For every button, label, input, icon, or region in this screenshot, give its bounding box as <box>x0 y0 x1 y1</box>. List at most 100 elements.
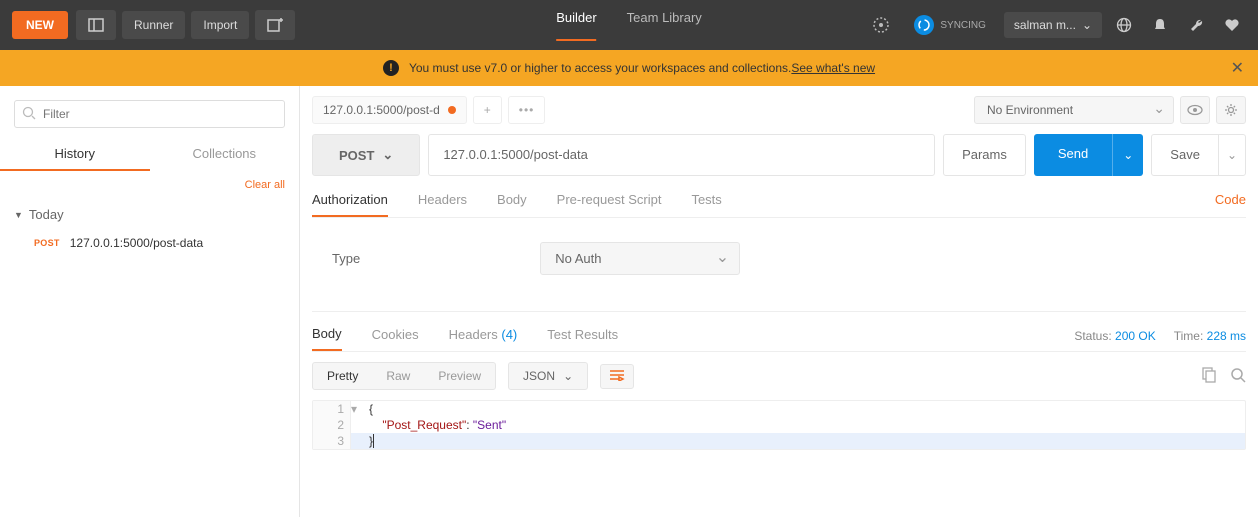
chevron-down-icon: ⌄ <box>1082 18 1092 32</box>
auth-type-select[interactable]: No Auth <box>540 242 740 275</box>
method-label: POST <box>339 148 374 163</box>
environment-select[interactable]: No Environment <box>974 96 1174 124</box>
copy-response-button[interactable] <box>1200 367 1216 386</box>
sidebar: History Collections Clear all ▼ Today PO… <box>0 86 300 517</box>
authorization-tab[interactable]: Authorization <box>312 192 388 217</box>
env-settings-button[interactable] <box>1216 96 1246 124</box>
tests-tab[interactable]: Tests <box>691 192 721 217</box>
settings-button[interactable] <box>1182 11 1210 39</box>
capture-button[interactable] <box>866 10 896 40</box>
new-window-button[interactable] <box>255 10 295 40</box>
headers-tab[interactable]: Headers <box>418 192 467 217</box>
env-preview-button[interactable] <box>1180 96 1210 124</box>
top-bar: NEW Runner Import Builder Team Library S… <box>0 0 1258 50</box>
history-tab[interactable]: History <box>0 138 150 171</box>
history-item[interactable]: POST 127.0.0.1:5000/post-data <box>0 230 299 256</box>
request-tab[interactable]: 127.0.0.1:5000/post-d <box>312 96 467 124</box>
capture-icon <box>872 16 890 34</box>
json-value: "Sent" <box>473 418 506 432</box>
info-icon: ! <box>383 60 399 76</box>
code-text: { <box>365 401 377 417</box>
status-label: Status: <box>1074 329 1111 343</box>
new-window-icon <box>267 17 283 33</box>
line-number: 3 <box>313 433 351 449</box>
send-dropdown-button[interactable]: ⌄ <box>1112 134 1143 176</box>
warning-link[interactable]: See what's new <box>791 61 875 75</box>
response-cookies-tab[interactable]: Cookies <box>372 327 419 350</box>
language-select[interactable]: JSON ⌄ <box>508 362 588 390</box>
search-icon <box>22 106 36 123</box>
response-tests-tab[interactable]: Test Results <box>547 327 618 350</box>
prerequest-tab[interactable]: Pre-request Script <box>557 192 662 217</box>
response-body-tab[interactable]: Body <box>312 326 342 351</box>
raw-mode[interactable]: Raw <box>372 363 424 389</box>
code-link[interactable]: Code <box>1215 192 1246 207</box>
url-input[interactable]: 127.0.0.1:5000/post-data <box>428 134 935 176</box>
save-dropdown-button[interactable]: ⌄ <box>1218 135 1245 175</box>
filter-input[interactable] <box>14 100 285 128</box>
clear-all-link[interactable]: Clear all <box>0 171 299 199</box>
line-number: 2 <box>313 417 351 433</box>
chevron-down-icon: ⌄ <box>382 147 393 163</box>
wrench-icon <box>1188 17 1204 33</box>
history-group[interactable]: ▼ Today <box>0 199 299 230</box>
sync-icon <box>914 15 934 35</box>
line-number: 1 <box>313 401 351 417</box>
body-tab[interactable]: Body <box>497 192 527 217</box>
response-body[interactable]: 1 ▾ { 2 "Post_Request": "Sent" 3 } <box>312 400 1246 450</box>
caret-icon: ▼ <box>14 210 23 220</box>
warning-text: You must use v7.0 or higher to access yo… <box>409 61 791 75</box>
chevron-down-icon: ⌄ <box>1227 148 1237 162</box>
save-button[interactable]: Save <box>1152 135 1218 175</box>
favorite-button[interactable] <box>1218 11 1246 39</box>
notifications-button[interactable] <box>1146 11 1174 39</box>
add-tab-button[interactable]: + <box>473 96 502 124</box>
auth-type-label: Type <box>332 251 360 266</box>
time-label: Time: <box>1174 329 1204 343</box>
wrap-lines-button[interactable] <box>600 364 634 389</box>
runner-button[interactable]: Runner <box>122 11 185 39</box>
group-label: Today <box>29 207 64 222</box>
eye-icon <box>1187 104 1203 116</box>
collections-tab[interactable]: Collections <box>150 138 300 171</box>
globe-button[interactable] <box>1110 11 1138 39</box>
response-headers-tab[interactable]: Headers (4) <box>449 327 518 350</box>
import-button[interactable]: Import <box>191 11 249 39</box>
unsaved-dot-icon <box>448 106 456 114</box>
status-value: 200 OK <box>1115 329 1156 343</box>
content-area: 127.0.0.1:5000/post-d + ••• No Environme… <box>300 86 1258 517</box>
json-key: "Post_Request" <box>382 418 466 432</box>
method-select[interactable]: POST ⌄ <box>312 134 420 176</box>
gear-icon <box>1224 103 1238 117</box>
preview-mode[interactable]: Preview <box>424 363 495 389</box>
search-icon <box>1230 367 1246 383</box>
layout-icon <box>88 17 104 33</box>
pretty-mode[interactable]: Pretty <box>313 363 372 389</box>
method-badge: POST <box>34 238 60 248</box>
team-library-tab[interactable]: Team Library <box>627 10 702 41</box>
search-response-button[interactable] <box>1230 367 1246 386</box>
response-headers-label: Headers <box>449 327 498 342</box>
new-button[interactable]: NEW <box>12 11 68 39</box>
time-value: 228 ms <box>1207 329 1246 343</box>
send-button[interactable]: Send <box>1034 134 1112 176</box>
layout-toggle-button[interactable] <box>76 10 116 40</box>
chevron-down-icon: ⌄ <box>563 369 573 383</box>
params-button[interactable]: Params <box>943 134 1026 176</box>
user-label: salman m... <box>1014 18 1076 32</box>
sync-status[interactable]: SYNCING <box>904 11 996 39</box>
warning-banner: ! You must use v7.0 or higher to access … <box>0 50 1258 86</box>
builder-tab[interactable]: Builder <box>556 10 596 41</box>
top-nav: Builder Team Library <box>556 10 702 41</box>
fold-icon[interactable]: ▾ <box>351 401 365 417</box>
language-label: JSON <box>523 369 555 383</box>
history-url: 127.0.0.1:5000/post-data <box>70 236 203 250</box>
cursor-icon <box>373 434 374 448</box>
heart-icon <box>1224 17 1240 33</box>
copy-icon <box>1200 367 1216 383</box>
wrap-icon <box>609 369 625 381</box>
user-dropdown[interactable]: salman m... ⌄ <box>1004 12 1102 38</box>
tab-more-button[interactable]: ••• <box>508 96 546 124</box>
chevron-down-icon: ⌄ <box>1123 148 1133 162</box>
warning-close-button[interactable]: ✕ <box>1231 58 1244 78</box>
